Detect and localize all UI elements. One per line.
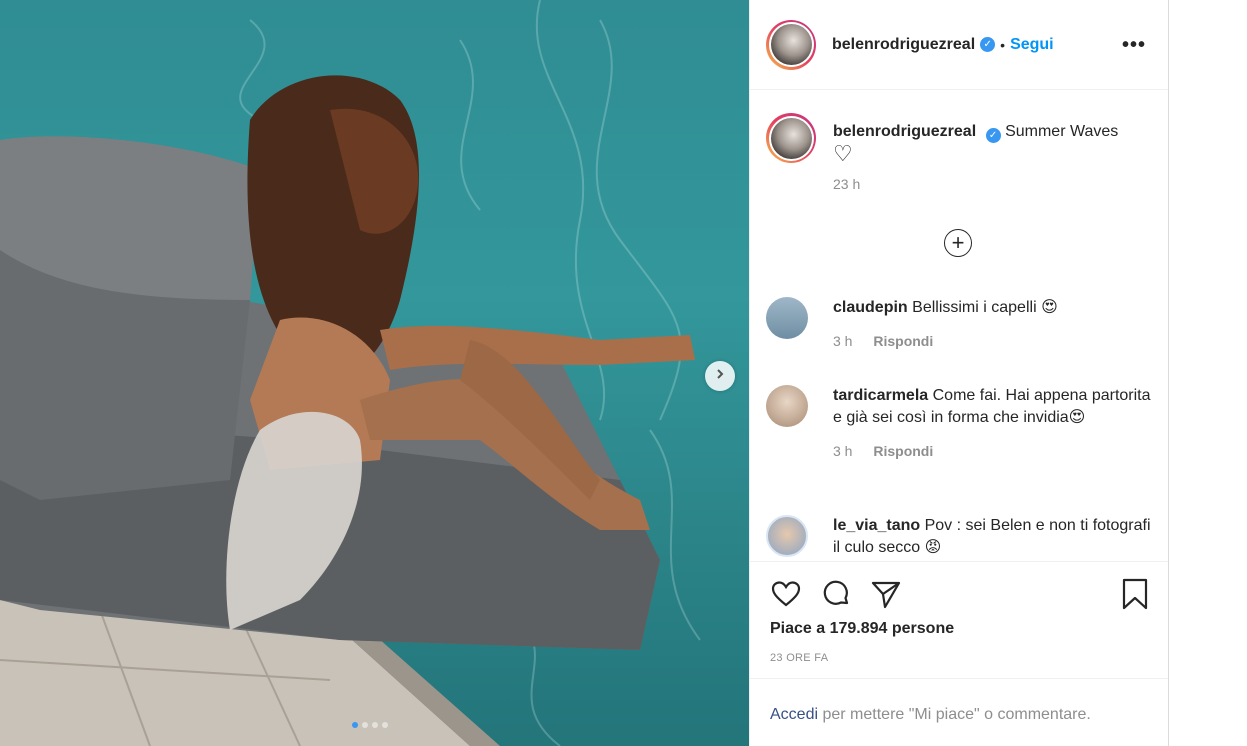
login-link[interactable]: Accedi <box>770 706 818 723</box>
caption-time: 23 h <box>833 176 861 192</box>
comment-row: claudepin Bellissimi i capelli 😍 3 h Ris… <box>766 297 1156 349</box>
caption: belenrodriguezreal ✓ Summer Waves ♡ 23 h <box>766 113 1156 192</box>
comment-username[interactable]: tardicarmela <box>833 387 928 404</box>
share-icon[interactable] <box>870 578 902 610</box>
reply-button[interactable]: Rispondi <box>873 443 933 459</box>
comment-time: 3 h <box>833 333 853 349</box>
carousel-dot <box>352 722 358 728</box>
comment-username[interactable]: claudepin <box>833 299 908 316</box>
comment-time: 3 h <box>833 443 853 459</box>
next-photo-button[interactable] <box>705 361 735 391</box>
comment-row: le_via_tano Pov : sei Belen e non ti fot… <box>766 515 1156 559</box>
post-photo <box>0 0 749 746</box>
caption-text: Summer Waves <box>1005 123 1119 140</box>
caption-heart: ♡ <box>833 141 853 166</box>
heart-icon[interactable] <box>770 578 802 610</box>
likes-count[interactable]: Piace a 179.894 persone <box>770 620 954 638</box>
post-time: 23 ORE FA <box>770 652 829 664</box>
more-icon[interactable]: ••• <box>1122 34 1146 57</box>
caption-avatar[interactable] <box>766 113 816 163</box>
action-bar: Piace a 179.894 persone 23 ORE FA <box>750 561 1168 678</box>
plus-circle-icon[interactable]: + <box>944 229 972 257</box>
post-panel: belenrodriguezreal ✓ • Segui ••• belenro… <box>749 0 1169 746</box>
carousel-dot <box>362 722 368 728</box>
login-prompt: Accedi per mettere "Mi piace" o commenta… <box>750 678 1168 746</box>
login-text: per mettere "Mi piace" o commentare. <box>818 706 1091 723</box>
avatar[interactable] <box>766 385 808 427</box>
separator: • <box>1000 36 1006 53</box>
carousel-dot <box>382 722 388 728</box>
comment-username[interactable]: le_via_tano <box>833 517 920 534</box>
comments-list[interactable]: belenrodriguezreal ✓ Summer Waves ♡ 23 h… <box>750 91 1168 561</box>
photo-scene <box>0 0 701 746</box>
verified-icon: ✓ <box>985 128 1001 143</box>
follow-button[interactable]: Segui <box>1010 36 1054 54</box>
post-header: belenrodriguezreal ✓ • Segui ••• <box>750 0 1168 90</box>
chevron-right-icon <box>714 367 726 385</box>
avatar[interactable] <box>766 19 816 70</box>
carousel-indicator <box>352 722 388 728</box>
header-username[interactable]: belenrodriguezreal <box>832 36 975 54</box>
comment-text: Bellissimi i capelli 😍 <box>912 299 1058 316</box>
comment-row: tardicarmela Come fai. Hai appena partor… <box>766 385 1156 459</box>
avatar[interactable] <box>766 515 808 557</box>
caption-username[interactable]: belenrodriguezreal <box>833 123 976 140</box>
reply-button[interactable]: Rispondi <box>873 333 933 349</box>
bookmark-icon[interactable] <box>1120 578 1150 610</box>
avatar[interactable] <box>766 297 808 339</box>
carousel-dot <box>372 722 378 728</box>
verified-icon: ✓ <box>980 37 996 52</box>
comment-icon[interactable] <box>820 578 852 610</box>
